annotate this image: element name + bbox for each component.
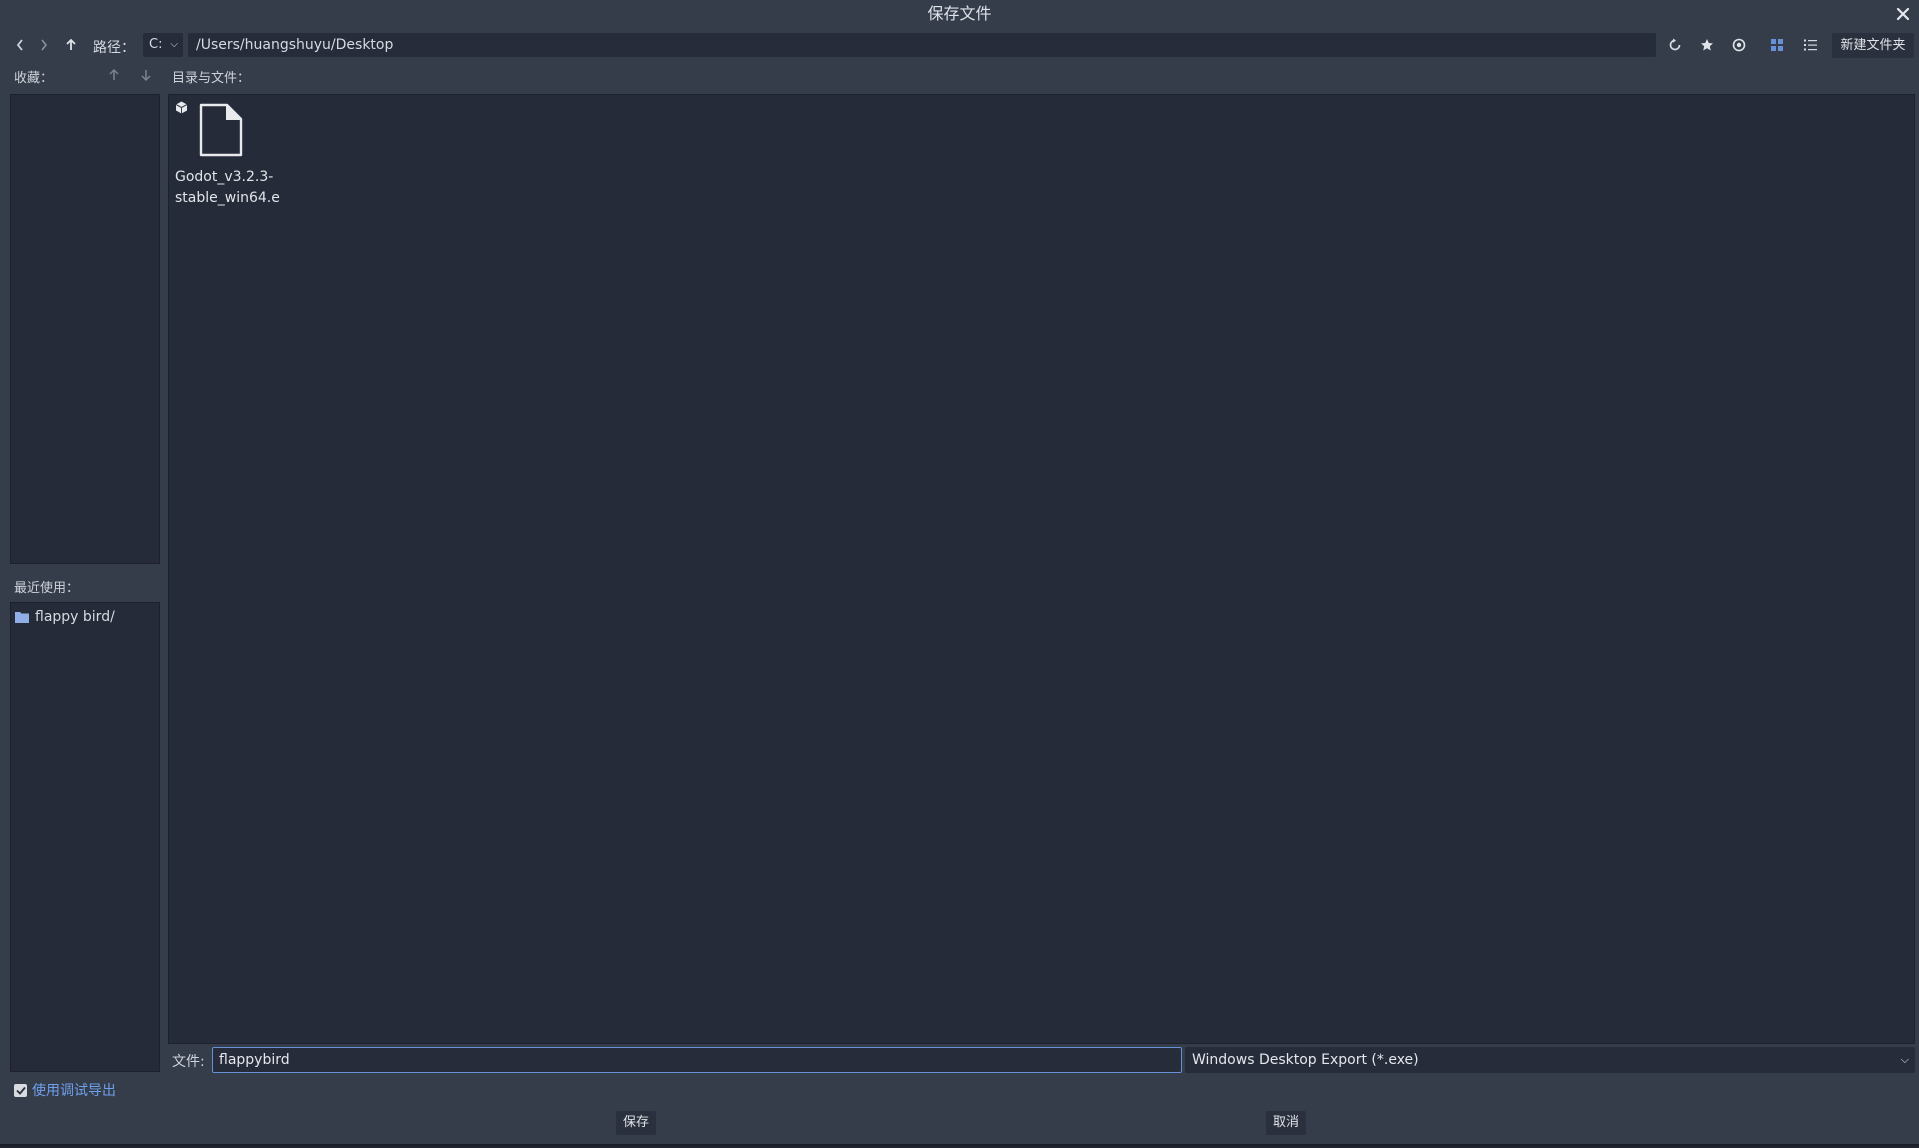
- debug-export-checkbox[interactable]: [14, 1083, 27, 1097]
- close-button[interactable]: [1891, 2, 1915, 26]
- debug-export-label: 使用调试导出: [32, 1083, 116, 1099]
- favorites-list[interactable]: [10, 94, 160, 564]
- recent-list[interactable]: flappy bird/: [10, 602, 160, 1072]
- close-icon: [1896, 7, 1910, 21]
- favorite-move-up-button[interactable]: [103, 64, 125, 86]
- recent-item-label: flappy bird/: [35, 609, 115, 625]
- move-down-icon: [141, 70, 151, 82]
- toggle-hidden-files-button[interactable]: [1728, 34, 1750, 56]
- file-name-label: 文件:: [172, 1054, 205, 1070]
- up-arrow-icon: [66, 38, 76, 50]
- favorites-label: 收藏：: [14, 71, 54, 86]
- file-item-name-line1: Godot_v3.2.3-: [175, 169, 274, 185]
- new-folder-button[interactable]: 新建文件夹: [1832, 33, 1914, 58]
- checkmark-icon: [15, 1086, 26, 1095]
- package-icon: [175, 101, 188, 114]
- dialog-title: 保存文件: [927, 4, 992, 23]
- folder-icon: [15, 612, 29, 623]
- dialog-titlebar: 保存文件: [0, 0, 1919, 30]
- forward-arrow-icon: [41, 39, 48, 51]
- chevron-down-icon: ⌵: [170, 39, 178, 50]
- filename-input[interactable]: [212, 1047, 1182, 1073]
- favorite-star-icon: [1701, 39, 1713, 51]
- save-file-dialog: 保存文件 路径： C: ⌵ /Users/huangshuyu/Desktop …: [0, 0, 1919, 1146]
- add-favorite-button[interactable]: [1696, 34, 1718, 56]
- file-icon: [199, 103, 243, 157]
- grid-view-icon: [1771, 39, 1783, 51]
- recent-label: 最近使用：: [14, 581, 80, 596]
- drive-value: C:: [149, 37, 163, 52]
- go-up-button[interactable]: [60, 34, 82, 56]
- path-label: 路径：: [93, 40, 135, 56]
- save-button[interactable]: 保存: [616, 1111, 656, 1135]
- refresh-icon: [1669, 38, 1681, 51]
- back-arrow-icon: [16, 39, 23, 51]
- debug-export-toggle[interactable]: 使用调试导出: [14, 1080, 116, 1100]
- file-item[interactable]: Godot_v3.2.3- stable_win64.e: [175, 99, 285, 209]
- file-list[interactable]: Godot_v3.2.3- stable_win64.e: [168, 94, 1915, 1044]
- show-hidden-eye-icon: [1732, 38, 1746, 52]
- drive-select[interactable]: C: ⌵: [143, 33, 183, 57]
- file-item-name-line2: stable_win64.e: [175, 190, 280, 206]
- list-view-button[interactable]: [1799, 34, 1821, 56]
- favorite-move-down-button[interactable]: [135, 64, 157, 86]
- forward-button[interactable]: [33, 34, 55, 56]
- refresh-button[interactable]: [1664, 34, 1686, 56]
- file-item-name: Godot_v3.2.3- stable_win64.e: [175, 167, 285, 209]
- grid-view-button[interactable]: [1766, 34, 1788, 56]
- list-view-icon: [1803, 39, 1817, 51]
- path-input[interactable]: [188, 33, 1656, 57]
- cancel-button[interactable]: 取消: [1266, 1111, 1306, 1135]
- move-up-icon: [109, 68, 119, 80]
- path-toolbar: 路径： C: ⌵ /Users/huangshuyu/Desktop 新建文件夹: [0, 30, 1919, 60]
- file-type-filter-select[interactable]: Windows Desktop Export (*.exe) ⌵: [1185, 1047, 1915, 1073]
- back-button[interactable]: [9, 34, 31, 56]
- chevron-down-icon: ⌵: [1900, 1053, 1909, 1066]
- recent-item[interactable]: flappy bird/: [15, 607, 115, 627]
- files-label: 目录与文件：: [172, 71, 251, 86]
- file-type-filter-value: Windows Desktop Export (*.exe): [1192, 1052, 1419, 1068]
